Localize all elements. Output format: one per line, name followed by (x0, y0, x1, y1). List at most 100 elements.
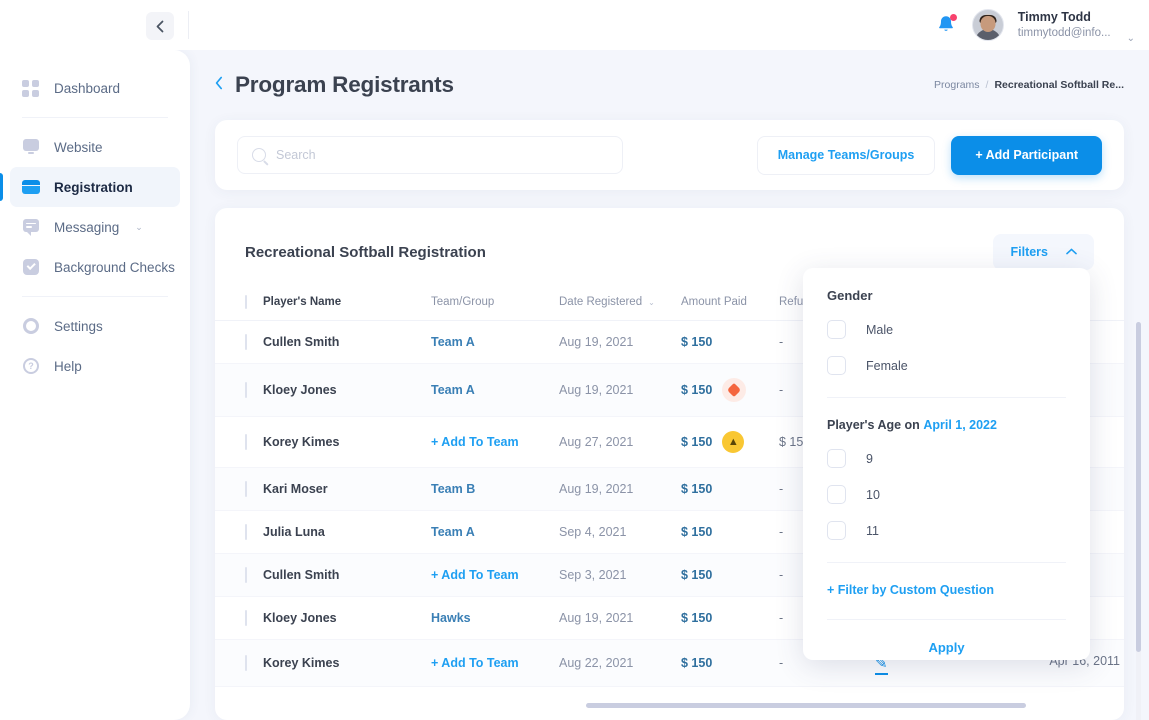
row-select-cell (215, 416, 263, 468)
filters-button[interactable]: Filters (993, 234, 1094, 270)
sidebar-item-dashboard[interactable]: Dashboard (10, 68, 180, 108)
row-checkbox[interactable] (245, 655, 247, 671)
cell-date-registered: Aug 19, 2021 (559, 320, 681, 364)
checkbox[interactable] (827, 485, 846, 504)
chevron-down-icon: ⌄ (648, 298, 655, 307)
add-to-team-link[interactable]: + Add To Team (431, 656, 519, 670)
top-bar: Timmy Todd timmytodd@info... ⌄ (0, 0, 1149, 50)
sidebar-item-background-checks[interactable]: Background Checks (10, 247, 180, 287)
monitor-icon (22, 138, 40, 156)
row-checkbox[interactable] (245, 610, 247, 626)
amount-paid-value: $ 150 (681, 482, 713, 496)
row-select-cell (215, 320, 263, 364)
sidebar-divider (22, 296, 168, 297)
sidebar-item-label: Website (54, 139, 103, 155)
checkbox[interactable] (827, 320, 846, 339)
sidebar-item-settings[interactable]: Settings (10, 306, 180, 346)
sidebar-item-label: Background Checks (54, 259, 175, 275)
filter-age-title: Player's Age on April 1, 2022 (827, 418, 1066, 432)
column-team-group[interactable]: Team/Group (431, 284, 559, 321)
search-input[interactable] (276, 148, 576, 162)
select-all-checkbox[interactable] (245, 295, 247, 309)
cell-player-name: Kloey Jones (263, 596, 431, 640)
row-checkbox[interactable] (245, 524, 247, 540)
sidebar-collapse-button[interactable] (146, 12, 174, 40)
amount-paid-value: $ 150 (681, 383, 713, 397)
filter-option-label: 10 (866, 487, 880, 502)
apply-filters-button[interactable]: Apply (827, 640, 1066, 655)
cell-team-group: Team A (431, 320, 559, 364)
filter-option-label: 11 (866, 523, 879, 538)
search-icon (252, 148, 266, 162)
filter-gender-female[interactable]: Female (827, 356, 1066, 375)
row-select-cell (215, 510, 263, 554)
breadcrumb-programs[interactable]: Programs (934, 79, 980, 91)
filter-age-9[interactable]: 9 (827, 449, 1066, 468)
column-date-registered[interactable]: Date Registered ⌄ (559, 284, 681, 321)
filter-age-10[interactable]: 10 (827, 485, 1066, 504)
cell-player-name: Korey Kimes (263, 416, 431, 468)
cell-player-name: Korey Kimes (263, 639, 431, 687)
add-participant-button[interactable]: + Add Participant (951, 135, 1102, 175)
column-amount-paid[interactable]: Amount Paid (681, 284, 779, 321)
chevron-down-icon[interactable]: ⌄ (135, 222, 143, 233)
horizontal-scrollbar-thumb[interactable] (586, 703, 1026, 708)
chevron-down-icon[interactable]: ⌄ (1127, 33, 1135, 50)
add-to-team-link[interactable]: + Add To Team (431, 435, 519, 449)
add-to-team-link[interactable]: + Add To Team (431, 568, 519, 582)
column-player-name[interactable]: Player's Name (263, 284, 431, 321)
cell-team-group: Team A (431, 510, 559, 554)
sidebar-item-registration[interactable]: Registration (0, 167, 180, 207)
row-checkbox[interactable] (245, 382, 247, 398)
grid-icon (22, 79, 40, 97)
cell-date-registered: Aug 22, 2021 (559, 639, 681, 687)
sidebar-item-messaging[interactable]: Messaging ⌄ (10, 207, 180, 247)
page-header: Program Registrants Programs / Recreatio… (190, 50, 1149, 98)
filter-age-date[interactable]: April 1, 2022 (923, 418, 997, 432)
row-checkbox[interactable] (245, 481, 247, 497)
row-checkbox[interactable] (245, 334, 247, 350)
warning-icon: ▲ (722, 431, 745, 453)
avatar[interactable] (971, 9, 1004, 41)
cell-date-registered: Aug 19, 2021 (559, 363, 681, 417)
cell-amount-paid: $ 150 (681, 510, 779, 554)
card-icon (22, 178, 40, 196)
amount-paid-value: $ 150 (681, 656, 713, 670)
team-name-cell: Hawks (431, 611, 471, 625)
filter-gender-title: Gender (827, 288, 873, 303)
filter-option-label: Female (866, 358, 908, 373)
search-box[interactable] (237, 136, 623, 174)
filter-by-custom-question-link[interactable]: + Filter by Custom Question (827, 583, 1066, 597)
cell-date-registered: Aug 19, 2021 (559, 467, 681, 511)
row-select-cell (215, 639, 263, 687)
filter-gender-male[interactable]: Male (827, 320, 1066, 339)
checkbox[interactable] (827, 356, 846, 375)
vertical-scrollbar-thumb[interactable] (1136, 322, 1141, 652)
row-checkbox[interactable] (245, 567, 247, 583)
chat-icon (22, 218, 40, 236)
row-checkbox[interactable] (245, 434, 247, 450)
back-button[interactable] (215, 75, 223, 95)
cell-date-registered: Sep 4, 2021 (559, 510, 681, 554)
sidebar-item-label: Dashboard (54, 80, 121, 96)
filters-panel: Gender Male Female Player's Age on April… (803, 268, 1090, 660)
team-name-cell: Team B (431, 482, 476, 496)
cell-player-name: Kari Moser (263, 467, 431, 511)
sidebar-item-website[interactable]: Website (10, 127, 180, 167)
row-select-cell (215, 596, 263, 640)
filter-age-11[interactable]: 11 (827, 521, 1066, 540)
filters-button-label: Filters (1010, 245, 1048, 259)
chevron-left-icon (156, 20, 164, 32)
manage-teams-button[interactable]: Manage Teams/Groups (756, 135, 936, 175)
notifications-button[interactable] (936, 13, 958, 37)
breadcrumb: Programs / Recreational Softball Re... (934, 79, 1124, 91)
amount-paid-value: $ 150 (681, 435, 713, 449)
team-name-cell: Team A (431, 383, 475, 397)
user-menu[interactable]: Timmy Todd timmytodd@info... (1018, 10, 1111, 40)
breadcrumb-separator: / (985, 79, 989, 91)
checkbox[interactable] (827, 449, 846, 468)
check-square-icon (22, 258, 40, 276)
sidebar-item-help[interactable]: ? Help (10, 346, 180, 386)
checkbox[interactable] (827, 521, 846, 540)
page-title: Program Registrants (235, 72, 454, 97)
